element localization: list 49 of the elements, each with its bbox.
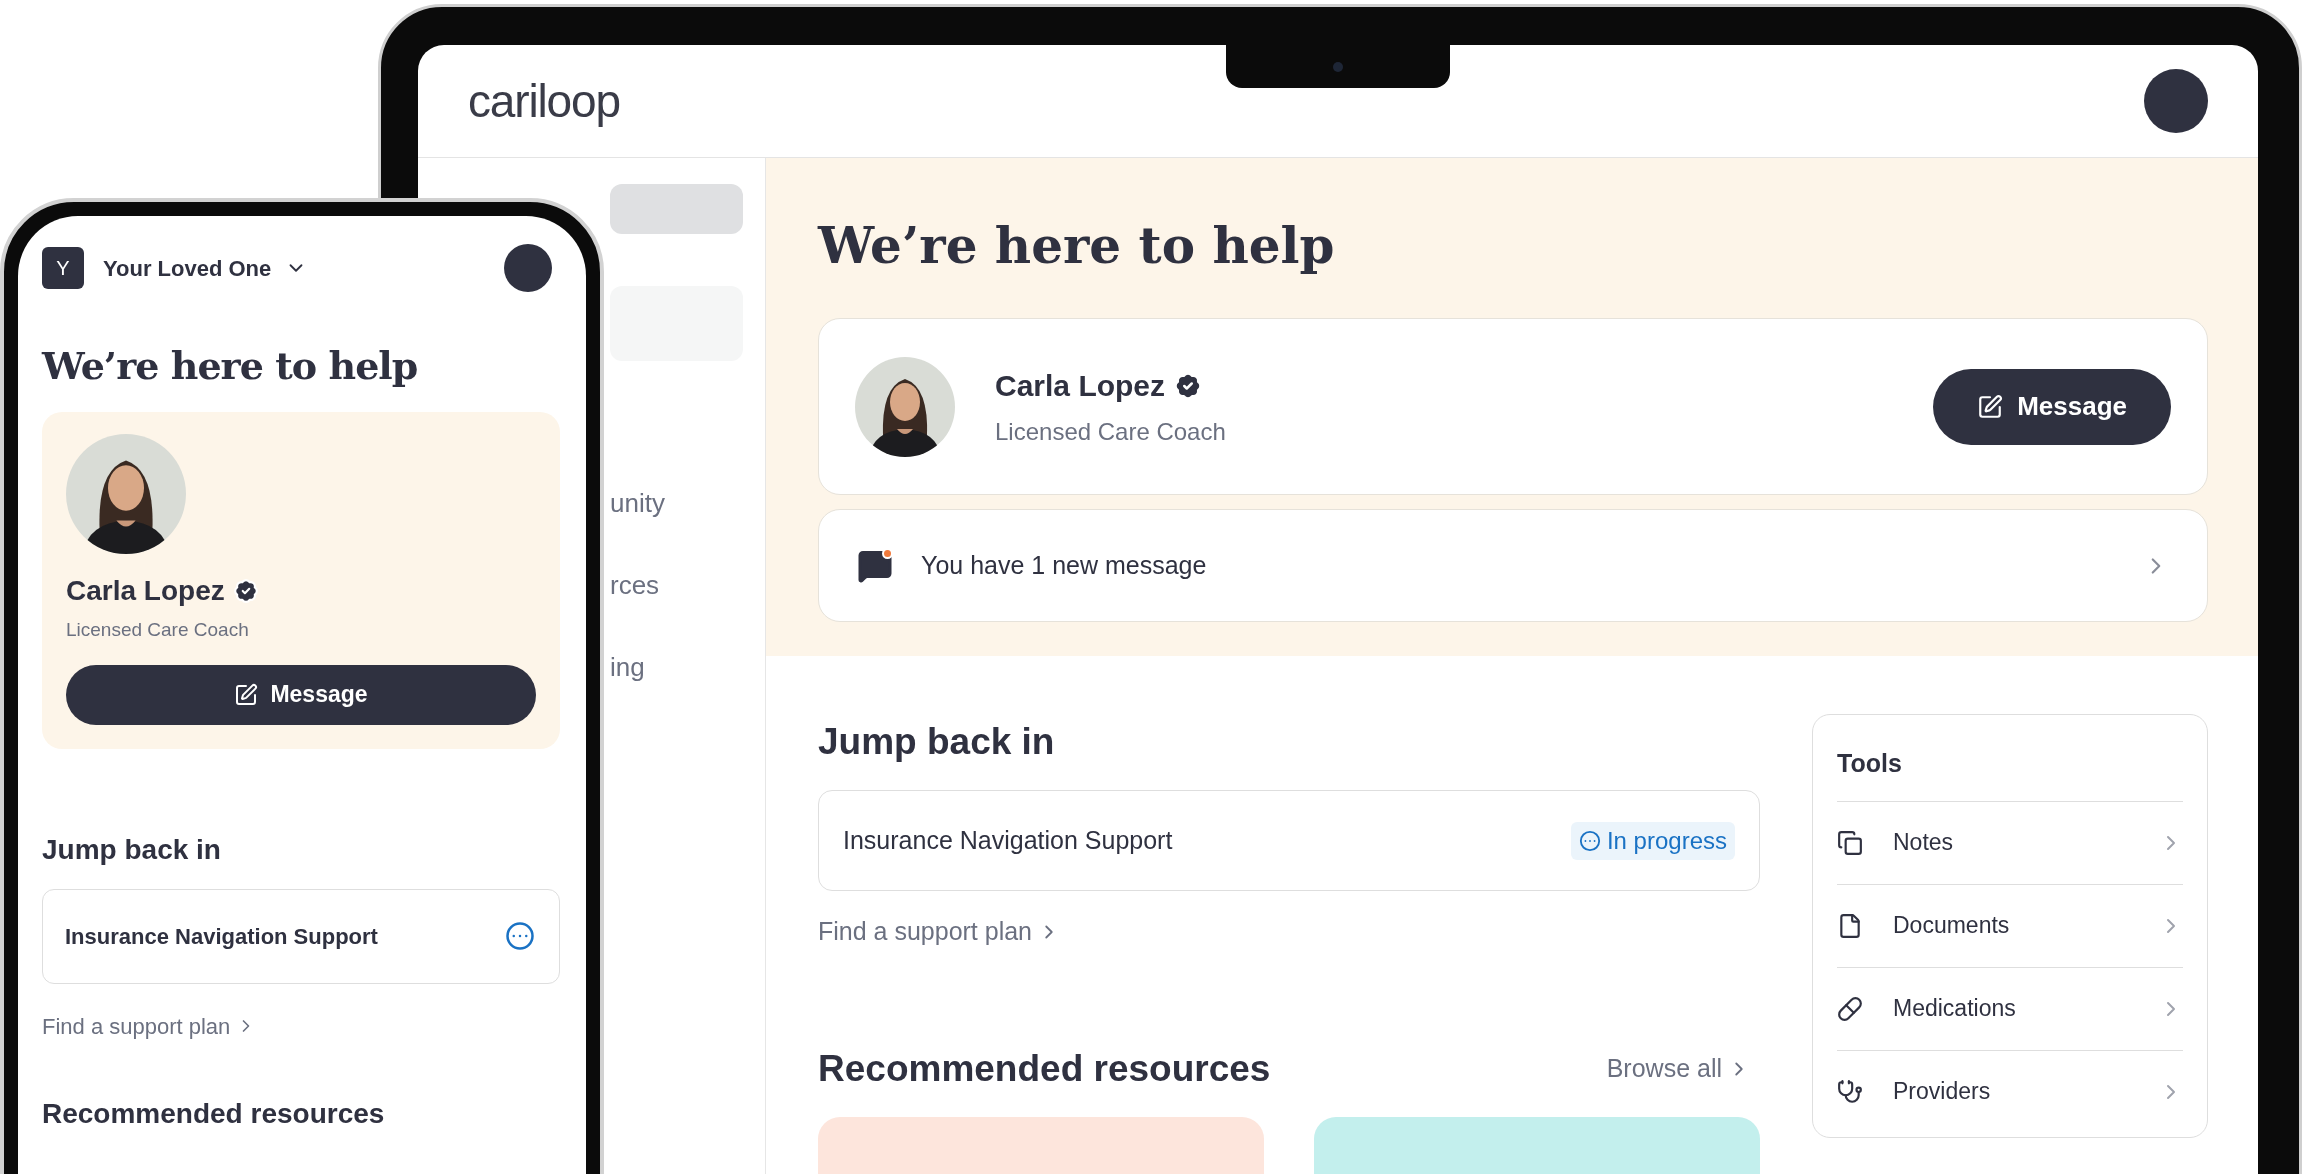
ellipsis-icon	[505, 921, 535, 951]
tool-item[interactable]: Documents	[1837, 883, 2183, 967]
tool-label: Medications	[1893, 994, 2016, 1024]
plan-card[interactable]: Insurance Navigation Support In progress	[818, 790, 1760, 891]
document-icon	[1837, 912, 1863, 939]
sidebar-item[interactable]: rces	[610, 570, 660, 600]
support-plan-link[interactable]: Find a support plan	[42, 1009, 562, 1043]
browse-all-link[interactable]: Browse all	[1606, 1049, 1760, 1088]
pill-icon	[1837, 995, 1863, 1022]
section-heading: Jump back in	[818, 720, 1056, 764]
coach-role: Licensed Care Coach	[995, 417, 1226, 447]
ellipsis-icon	[1578, 829, 1601, 852]
sidebar-item[interactable]: unity	[610, 488, 665, 518]
profile-switcher[interactable]: Your Loved One	[103, 251, 308, 285]
plan-card[interactable]: Insurance Navigation Support	[42, 888, 560, 984]
verified-icon	[232, 578, 259, 604]
message-notification-icon	[857, 547, 893, 584]
page-title: We’re here to help	[818, 216, 1336, 276]
coach-name: Carla Lopez	[995, 368, 1166, 404]
plan-name: Insurance Navigation Support	[843, 824, 1173, 856]
message-button[interactable]: Message	[1933, 368, 2171, 445]
support-plan-link[interactable]: Find a support plan	[818, 913, 1760, 951]
logo[interactable]: cariloop	[468, 66, 620, 136]
compose-icon	[1977, 393, 2004, 420]
section-heading: Jump back in	[42, 832, 222, 867]
notice-text: You have 1 new message	[921, 549, 1207, 581]
sidebar-item-placeholder[interactable]	[610, 184, 743, 234]
page-title: We’re here to help	[42, 342, 419, 390]
tools-title: Tools	[1837, 748, 1903, 779]
compose-icon	[234, 682, 259, 707]
section-heading: Recommended resources	[42, 1096, 386, 1131]
tool-label: Documents	[1893, 911, 2010, 941]
message-button[interactable]: Message	[66, 664, 536, 725]
profile-initial: Y	[42, 247, 84, 289]
avatar[interactable]	[504, 244, 552, 292]
new-message-notice[interactable]: You have 1 new message	[818, 509, 2208, 622]
section-heading: Recommended resources	[818, 1046, 1271, 1091]
status-badge: In progress	[1570, 821, 1735, 860]
tool-item[interactable]: Providers	[1837, 1049, 2183, 1133]
tool-label: Providers	[1893, 1077, 1991, 1107]
notes-icon	[1837, 829, 1863, 856]
tool-label: Notes	[1893, 828, 1954, 858]
coach-role: Licensed Care Coach	[66, 618, 250, 642]
sidebar-item[interactable]: ing	[610, 652, 645, 682]
stethoscope-icon	[1837, 1078, 1863, 1105]
tool-item[interactable]: Medications	[1837, 966, 2183, 1050]
coach-name: Carla Lopez	[66, 574, 225, 608]
plan-name: Insurance Navigation Support	[65, 922, 378, 951]
tool-item[interactable]: Notes	[1837, 800, 2183, 884]
